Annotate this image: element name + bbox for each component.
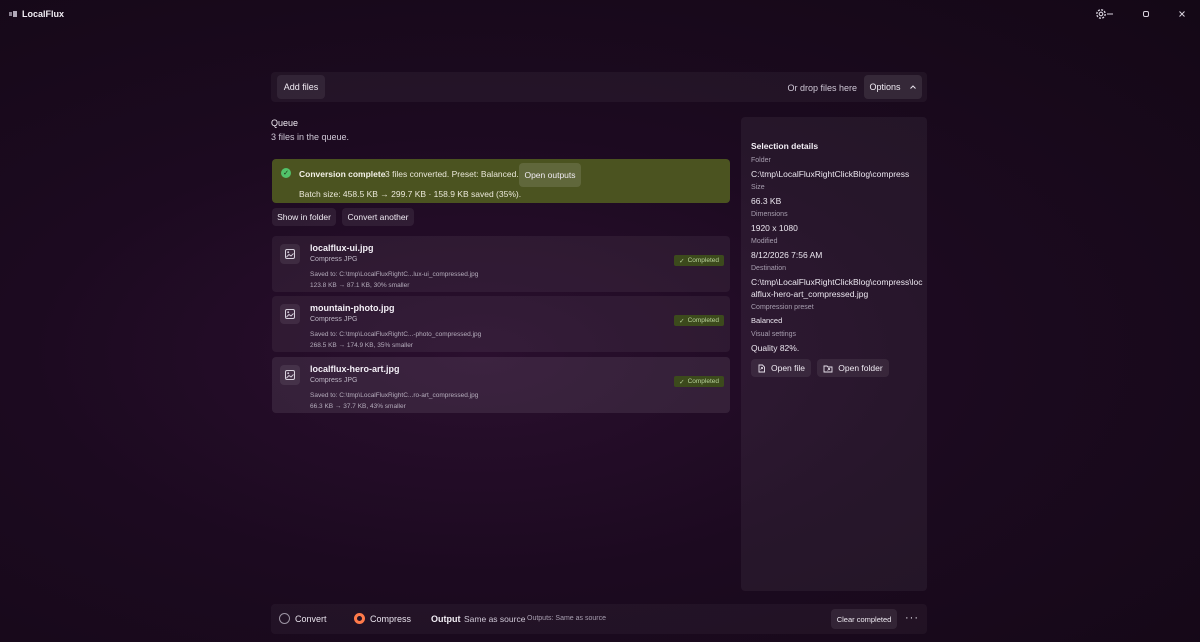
visual-settings-value: Quality 82%. <box>751 343 800 353</box>
success-check-icon: ✓ <box>281 168 291 178</box>
chevron-up-icon <box>909 85 916 89</box>
minimize-button[interactable] <box>1092 0 1128 28</box>
file-name: localflux-ui.jpg <box>310 243 374 253</box>
status-badge: ✓ Completed <box>674 315 724 326</box>
file-saved-path: Saved to: C:\tmp\LocalFluxRightC...ro-ar… <box>310 392 479 399</box>
banner-message: 3 files converted. Preset: Balanced. <box>385 169 519 179</box>
show-in-folder-button[interactable]: Show in folder <box>272 208 336 226</box>
file-saved-path: Saved to: C:\tmp\LocalFluxRightC...-phot… <box>310 331 482 338</box>
visual-settings-label: Visual settings <box>751 331 797 338</box>
image-file-icon <box>280 304 300 324</box>
check-icon: ✓ <box>679 378 685 386</box>
open-file-button[interactable]: Open file <box>751 359 811 377</box>
window-controls <box>1092 0 1200 28</box>
open-folder-button[interactable]: Open folder <box>817 359 889 377</box>
close-icon <box>1179 11 1185 17</box>
output-label: Output <box>431 614 461 624</box>
status-label: Completed <box>687 257 719 264</box>
check-icon: ✓ <box>679 257 685 265</box>
open-file-icon <box>758 364 765 372</box>
open-outputs-button[interactable]: Open outputs <box>519 163 581 187</box>
status-badge: ✓ Completed <box>674 255 724 266</box>
banner-title: Conversion complete <box>299 169 386 179</box>
file-card[interactable]: mountain-photo.jpg Compress JPG Saved to… <box>272 296 730 352</box>
selection-details-panel: Selection details Folder C:\tmp\LocalFlu… <box>741 117 927 591</box>
compress-radio[interactable] <box>354 613 365 624</box>
status-label: Completed <box>687 317 719 324</box>
drop-hint: Or drop files here <box>787 83 857 93</box>
options-button[interactable]: Options <box>864 75 922 99</box>
app-title: LocalFlux <box>8 9 64 19</box>
conversion-complete-banner: ✓ Conversion complete 3 files converted.… <box>272 159 730 203</box>
compress-label[interactable]: Compress <box>370 614 411 624</box>
file-operation: Compress JPG <box>310 377 358 384</box>
queue-subtitle: 3 files in the queue. <box>271 132 350 142</box>
convert-another-button[interactable]: Convert another <box>342 208 414 226</box>
dimensions-value: 1920 x 1080 <box>751 223 798 233</box>
image-file-icon <box>280 244 300 264</box>
size-label: Size <box>751 184 765 191</box>
status-badge: ✓ Completed <box>674 376 724 387</box>
file-size-change: 66.3 KB → 37.7 KB, 43% smaller <box>310 403 406 410</box>
folder-label: Folder <box>751 157 771 164</box>
file-operation: Compress JPG <box>310 256 358 263</box>
clear-completed-button[interactable]: Clear completed <box>831 609 897 629</box>
add-files-button[interactable]: Add files <box>277 75 325 99</box>
file-name: mountain-photo.jpg <box>310 303 395 313</box>
destination-value: C:\tmp\LocalFluxRightClickBlog\compress\… <box>751 277 923 299</box>
app-logo-icon <box>9 11 17 17</box>
image-file-icon <box>280 365 300 385</box>
destination-label: Destination <box>751 265 787 272</box>
title-bar: LocalFlux <box>0 0 1200 28</box>
options-label: Options <box>869 82 901 92</box>
minimize-icon <box>1107 13 1113 15</box>
restore-icon <box>1143 11 1149 17</box>
close-button[interactable] <box>1164 0 1200 28</box>
maximize-button[interactable] <box>1128 0 1164 28</box>
bottom-bar: Convert Compress Output Same as source O… <box>271 604 927 634</box>
file-size-change: 268.5 KB → 174.9 KB, 35% smaller <box>310 342 413 349</box>
status-label: Completed <box>687 378 719 385</box>
file-card-selected[interactable]: localflux-hero-art.jpg Compress JPG Save… <box>272 357 730 413</box>
dimensions-label: Dimensions <box>751 211 788 218</box>
convert-label[interactable]: Convert <box>295 614 327 624</box>
check-icon: ✓ <box>679 317 685 325</box>
queue-title: Queue <box>271 118 299 128</box>
open-folder-icon <box>823 365 833 372</box>
app-title-text: LocalFlux <box>22 9 65 19</box>
open-file-label: Open file <box>770 363 806 373</box>
more-options-button[interactable]: ··· <box>905 612 919 624</box>
toolbar: Add files Or drop files here Options <box>271 72 927 102</box>
size-value: 66.3 KB <box>751 196 782 206</box>
details-title: Selection details <box>751 141 819 151</box>
folder-value: C:\tmp\LocalFluxRightClickBlog\compress <box>751 169 910 179</box>
file-size-change: 123.8 KB → 87.1 KB, 30% smaller <box>310 282 410 289</box>
output-value[interactable]: Same as source <box>464 614 525 624</box>
outputs-summary: Outputs: Same as source <box>527 615 606 622</box>
modified-label: Modified <box>751 238 778 245</box>
preset-label: Compression preset <box>751 304 814 311</box>
convert-radio[interactable] <box>279 613 290 624</box>
modified-value: 8/12/2026 7:56 AM <box>751 250 823 260</box>
file-card[interactable]: localflux-ui.jpg Compress JPG Saved to: … <box>272 236 730 292</box>
preset-value: Balanced <box>751 316 783 325</box>
file-saved-path: Saved to: C:\tmp\LocalFluxRightC...lux-u… <box>310 271 479 278</box>
file-operation: Compress JPG <box>310 316 358 323</box>
file-name: localflux-hero-art.jpg <box>310 364 400 374</box>
banner-detail: Batch size: 458.5 KB → 299.7 KB · 158.9 … <box>299 189 522 199</box>
open-folder-label: Open folder <box>838 363 883 373</box>
